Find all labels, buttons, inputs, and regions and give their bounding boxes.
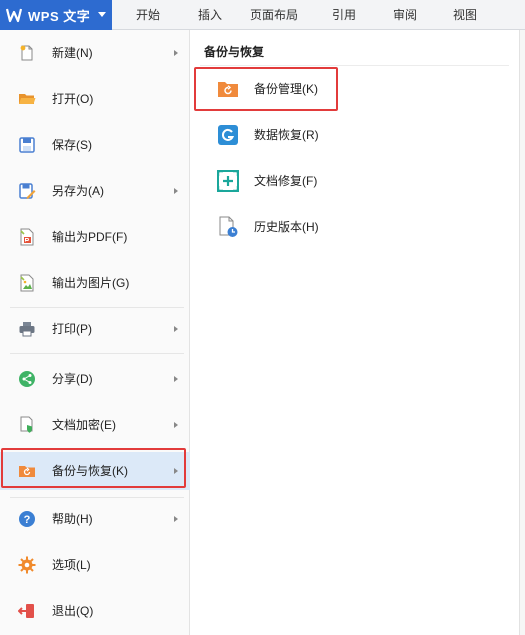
menu-item-backup-restore[interactable]: 备份与恢复(K) xyxy=(0,452,190,490)
chevron-right-icon xyxy=(174,376,178,382)
printer-icon xyxy=(18,320,36,338)
data-recovery-icon xyxy=(217,124,239,146)
menu-item-label: 帮助(H) xyxy=(52,512,93,526)
export-image-icon xyxy=(18,274,36,292)
menu-item-exit[interactable]: 退出(Q) xyxy=(0,592,190,630)
submenu-divider xyxy=(200,65,509,66)
menu-item-label: 另存为(A) xyxy=(52,184,104,198)
new-doc-icon xyxy=(18,44,36,62)
tab-page-layout[interactable]: 页面布局 xyxy=(236,0,312,30)
chevron-right-icon xyxy=(174,326,178,332)
menu-divider xyxy=(10,307,184,308)
menu-item-label: 备份与恢复(K) xyxy=(52,464,128,478)
chevron-right-icon xyxy=(174,516,178,522)
menu-item-label: 输出为PDF(F) xyxy=(52,230,128,244)
folder-open-icon xyxy=(18,90,36,108)
menu-item-label: 退出(Q) xyxy=(52,604,94,618)
menu-item-options[interactable]: 选项(L) xyxy=(0,546,190,584)
save-as-icon xyxy=(18,182,36,200)
chevron-right-icon xyxy=(174,468,178,474)
share-icon xyxy=(18,370,36,388)
export-pdf-icon xyxy=(18,228,36,246)
chevron-right-icon xyxy=(174,188,178,194)
submenu-item-label: 备份管理(K) xyxy=(254,82,318,96)
menu-item-print[interactable]: 打印(P) xyxy=(0,310,190,348)
menu-item-label: 文档加密(E) xyxy=(52,418,116,432)
submenu-item-backup-management[interactable]: 备份管理(K) xyxy=(190,69,519,109)
menu-item-label: 分享(D) xyxy=(52,372,93,386)
submenu-item-label: 历史版本(H) xyxy=(254,220,319,234)
backup-folder-icon xyxy=(217,78,239,100)
tab-home[interactable]: 开始 xyxy=(112,0,184,30)
menu-item-export-image[interactable]: 输出为图片(G) xyxy=(0,264,190,302)
submenu-item-history-version[interactable]: 历史版本(H) xyxy=(190,207,519,247)
submenu-item-data-recovery[interactable]: 数据恢复(R) xyxy=(190,115,519,155)
menu-item-save[interactable]: 保存(S) xyxy=(0,126,190,164)
tab-insert[interactable]: 插入 xyxy=(184,0,236,30)
menu-item-label: 保存(S) xyxy=(52,138,92,152)
app-menu-button[interactable]: WPS 文字 xyxy=(0,0,112,30)
submenu-item-label: 数据恢复(R) xyxy=(254,128,319,142)
app-title: WPS 文字 xyxy=(28,8,91,24)
chevron-right-icon xyxy=(174,422,178,428)
chevron-right-icon xyxy=(174,50,178,56)
tab-view[interactable]: 视图 xyxy=(434,0,496,30)
menu-item-label: 新建(N) xyxy=(52,46,93,60)
doc-repair-icon xyxy=(217,170,239,192)
menu-item-label: 选项(L) xyxy=(52,558,91,572)
exit-icon xyxy=(18,602,36,620)
menu-item-new[interactable]: 新建(N) xyxy=(0,34,190,72)
ribbon-tabs: 开始 插入 页面布局 引用 审阅 视图 xyxy=(112,0,496,30)
ribbon-bar: WPS 文字 开始 插入 页面布局 引用 审阅 视图 xyxy=(0,0,525,30)
chevron-down-icon xyxy=(98,12,106,17)
encrypt-doc-icon xyxy=(18,416,36,434)
wps-logo-icon xyxy=(6,7,22,23)
backup-restore-submenu: 备份与恢复 备份管理(K) 数据恢复(R) 文档修复(F) 历史版本(H) xyxy=(190,30,519,635)
menu-item-label: 打开(O) xyxy=(52,92,94,106)
tab-references[interactable]: 引用 xyxy=(312,0,376,30)
tab-review[interactable]: 审阅 xyxy=(376,0,434,30)
menu-item-label: 输出为图片(G) xyxy=(52,276,130,290)
menu-item-share[interactable]: 分享(D) xyxy=(0,360,190,398)
help-icon: ? xyxy=(18,510,36,528)
menu-divider xyxy=(10,353,184,354)
submenu-item-doc-repair[interactable]: 文档修复(F) xyxy=(190,161,519,201)
file-menu: 新建(N) 打开(O) 保存(S) 另存为(A) 输出为PDF(F) 输出为图片… xyxy=(0,30,190,635)
menu-item-export-pdf[interactable]: 输出为PDF(F) xyxy=(0,218,190,256)
submenu-item-label: 文档修复(F) xyxy=(254,174,318,188)
menu-item-encrypt[interactable]: 文档加密(E) xyxy=(0,406,190,444)
document-edge xyxy=(519,30,525,635)
menu-item-save-as[interactable]: 另存为(A) xyxy=(0,172,190,210)
backup-restore-icon xyxy=(18,462,36,480)
submenu-title: 备份与恢复 xyxy=(204,45,265,59)
menu-divider xyxy=(10,497,184,498)
options-gear-icon xyxy=(18,556,36,574)
svg-text:?: ? xyxy=(24,514,31,526)
menu-item-help[interactable]: ? 帮助(H) xyxy=(0,500,190,538)
history-version-icon xyxy=(217,216,239,238)
menu-item-open[interactable]: 打开(O) xyxy=(0,80,190,118)
menu-item-label: 打印(P) xyxy=(52,322,92,336)
save-icon xyxy=(18,136,36,154)
